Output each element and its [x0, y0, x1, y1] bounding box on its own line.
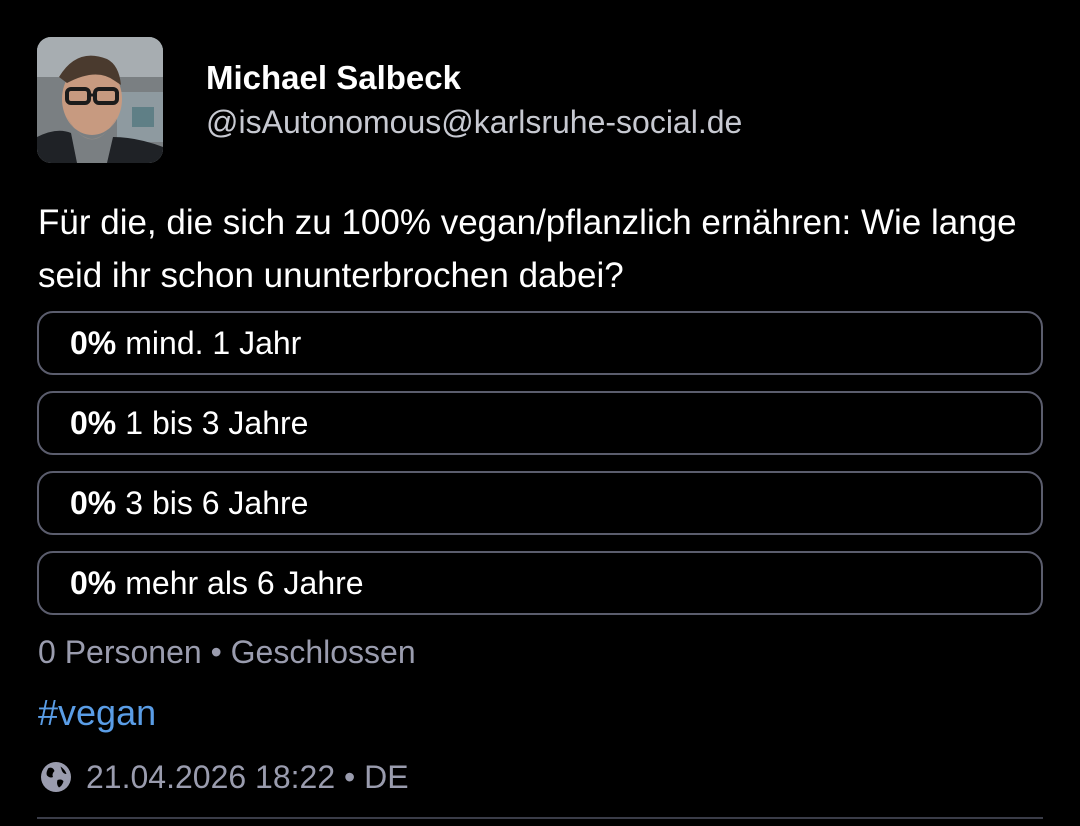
post-timestamp-row[interactable]: 21.04.2026 18:22 • DE [38, 756, 409, 798]
poll-option-percent: 0% [70, 564, 117, 601]
poll-option: 0% mehr als 6 Jahre [37, 551, 1043, 615]
poll-option: 0% 3 bis 6 Jahre [37, 471, 1043, 535]
author-handle[interactable]: @isAutonomous@karlsruhe-social.de [206, 102, 742, 142]
poll-option-label: mind. 1 Jahr [125, 324, 302, 361]
poll-option: 0% mind. 1 Jahr [37, 311, 1043, 375]
poll-option-label: 1 bis 3 Jahre [125, 404, 309, 441]
post-text: Für die, die sich zu 100% vegan/pflanzli… [38, 203, 1017, 295]
avatar[interactable] [37, 37, 163, 163]
poll-option-label: 3 bis 6 Jahre [125, 484, 309, 521]
poll-option: 0% 1 bis 3 Jahre [37, 391, 1043, 455]
post-timestamp: 21.04.2026 18:22 • DE [86, 758, 409, 795]
poll-option-percent: 0% [70, 404, 117, 441]
globe-icon [38, 759, 74, 795]
poll-option-percent: 0% [70, 324, 117, 361]
author-display-name[interactable]: Michael Salbeck [206, 58, 461, 98]
hashtag-link[interactable]: #vegan [38, 690, 156, 736]
poll: 0% mind. 1 Jahr 0% 1 bis 3 Jahre 0% 3 bi… [37, 311, 1043, 631]
poll-option-label: mehr als 6 Jahre [125, 564, 364, 601]
poll-option-percent: 0% [70, 484, 117, 521]
poll-meta: 0 Personen • Geschlossen [38, 634, 416, 670]
divider [37, 817, 1043, 819]
